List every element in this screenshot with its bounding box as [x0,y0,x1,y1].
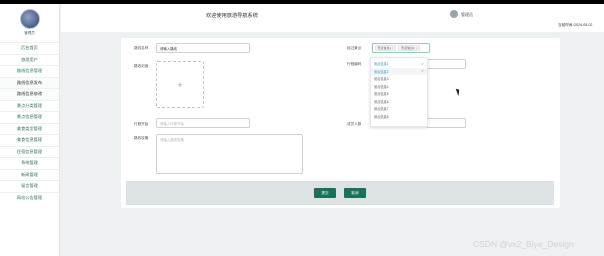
dropdown-option[interactable]: 景点信息7 [371,105,427,113]
cancel-button[interactable]: 取消 [344,188,366,198]
dropdown-option[interactable]: 景点信息8 [371,113,427,121]
header: 欢迎使用旅游导航系统 管理员 当前时间： 2024-05-02 [61,4,604,32]
close-icon[interactable]: × [416,46,418,50]
sidebar-item-food-type[interactable]: 美食类型管理 [0,122,59,135]
cover-label: 路线封面 [134,64,149,68]
scenic-label: 经过景点 [347,46,362,50]
route-name-input[interactable]: 请输入路线 [156,43,250,53]
sidebar-subitem-route-publish[interactable]: 路线信息发布 [0,76,59,88]
scenic-tag[interactable]: 景点信息2 × [398,45,420,51]
sidebar-item-scenic-info[interactable]: 景点信息管理 [0,111,59,123]
route-form-card: 路线名称 请输入路线 经过景点 景点信息1 × 景点信息2 × 路线封面 + 行… [121,38,560,208]
sidebar-item-home[interactable]: 后台首页 [0,42,59,54]
dropdown-option[interactable]: 景点信息2 ✓ [371,67,427,75]
dropdown-option[interactable]: 景点信息6 [371,98,427,106]
time-value: 2024-05-02 [574,23,593,27]
scenic-dropdown: 景点信息1 ✓ 景点信息2 ✓ 景点信息3 景点信息4 景点信息5 景点信息6 景点… [370,57,428,127]
check-icon: ✓ [421,61,424,66]
description-label: 路线攻略 [134,136,149,140]
description-textarea[interactable]: 请输入路线攻略 [156,134,303,174]
image-upload[interactable]: + [156,61,204,108]
close-icon[interactable]: × [392,46,394,50]
check-icon: ✓ [421,69,424,74]
start-time-label: 行程开始 [134,122,149,126]
sidebar-item-lodging[interactable]: 住宿信息管理 [0,145,59,158]
user-name[interactable]: 管理员 [461,12,473,18]
sidebar-item-messages[interactable]: 留言管理 [0,180,59,192]
sidebar-item-users[interactable]: 旅游用户 [0,53,59,66]
scenic-multiselect[interactable]: 景点信息1 × 景点信息2 × [372,43,430,53]
avatar-name: 管理员 [24,31,35,35]
form-actions-bar: 提交 取消 [126,181,554,205]
watermark: CSDN @vx2_Biye_Design [473,239,574,249]
submit-button[interactable]: 提交 [314,188,336,198]
user-avatar[interactable] [450,10,458,18]
sidebar-profile: 管理员 [0,4,59,42]
page-title: 欢迎使用旅游导航系统 [206,13,258,19]
sidebar-item-news[interactable]: 新闻管理 [0,168,59,181]
sidebar-item-scenic-category[interactable]: 景点分类管理 [0,99,59,112]
scenic-tag[interactable]: 景点信息1 × [375,45,397,51]
avatar[interactable] [19,9,40,29]
sidebar-item-system[interactable]: 系统管理 [0,157,59,169]
plus-icon: + [177,79,183,90]
sidebar: 管理员 后台首页 旅游用户 路线信息管理 路线信息发布 路线信息修改 景点分类管… [0,4,60,256]
sidebar-item-announcements[interactable]: 网站公告管理 [0,191,59,204]
people-input[interactable] [426,118,466,128]
sidebar-item-route-management[interactable]: 路线信息管理 [0,65,59,77]
dropdown-option[interactable]: 景点信息4 [371,83,427,91]
dropdown-option[interactable]: 景点信息3 [371,75,427,83]
dropdown-option[interactable]: 景点信息5 [371,90,427,98]
start-time-input[interactable]: 请输入行程开始 [156,118,250,128]
people-label: 成员人数 [347,122,362,126]
route-name-label: 路线名称 [134,46,149,50]
dropdown-option[interactable]: 景点信息1 ✓ [371,60,427,68]
route-code-input[interactable] [426,59,466,69]
sidebar-subitem-route-edit[interactable]: 路线信息修改 [0,88,59,100]
route-code-label: 行程编码 [347,62,362,66]
sidebar-item-food-info[interactable]: 美食信息管理 [0,134,59,146]
